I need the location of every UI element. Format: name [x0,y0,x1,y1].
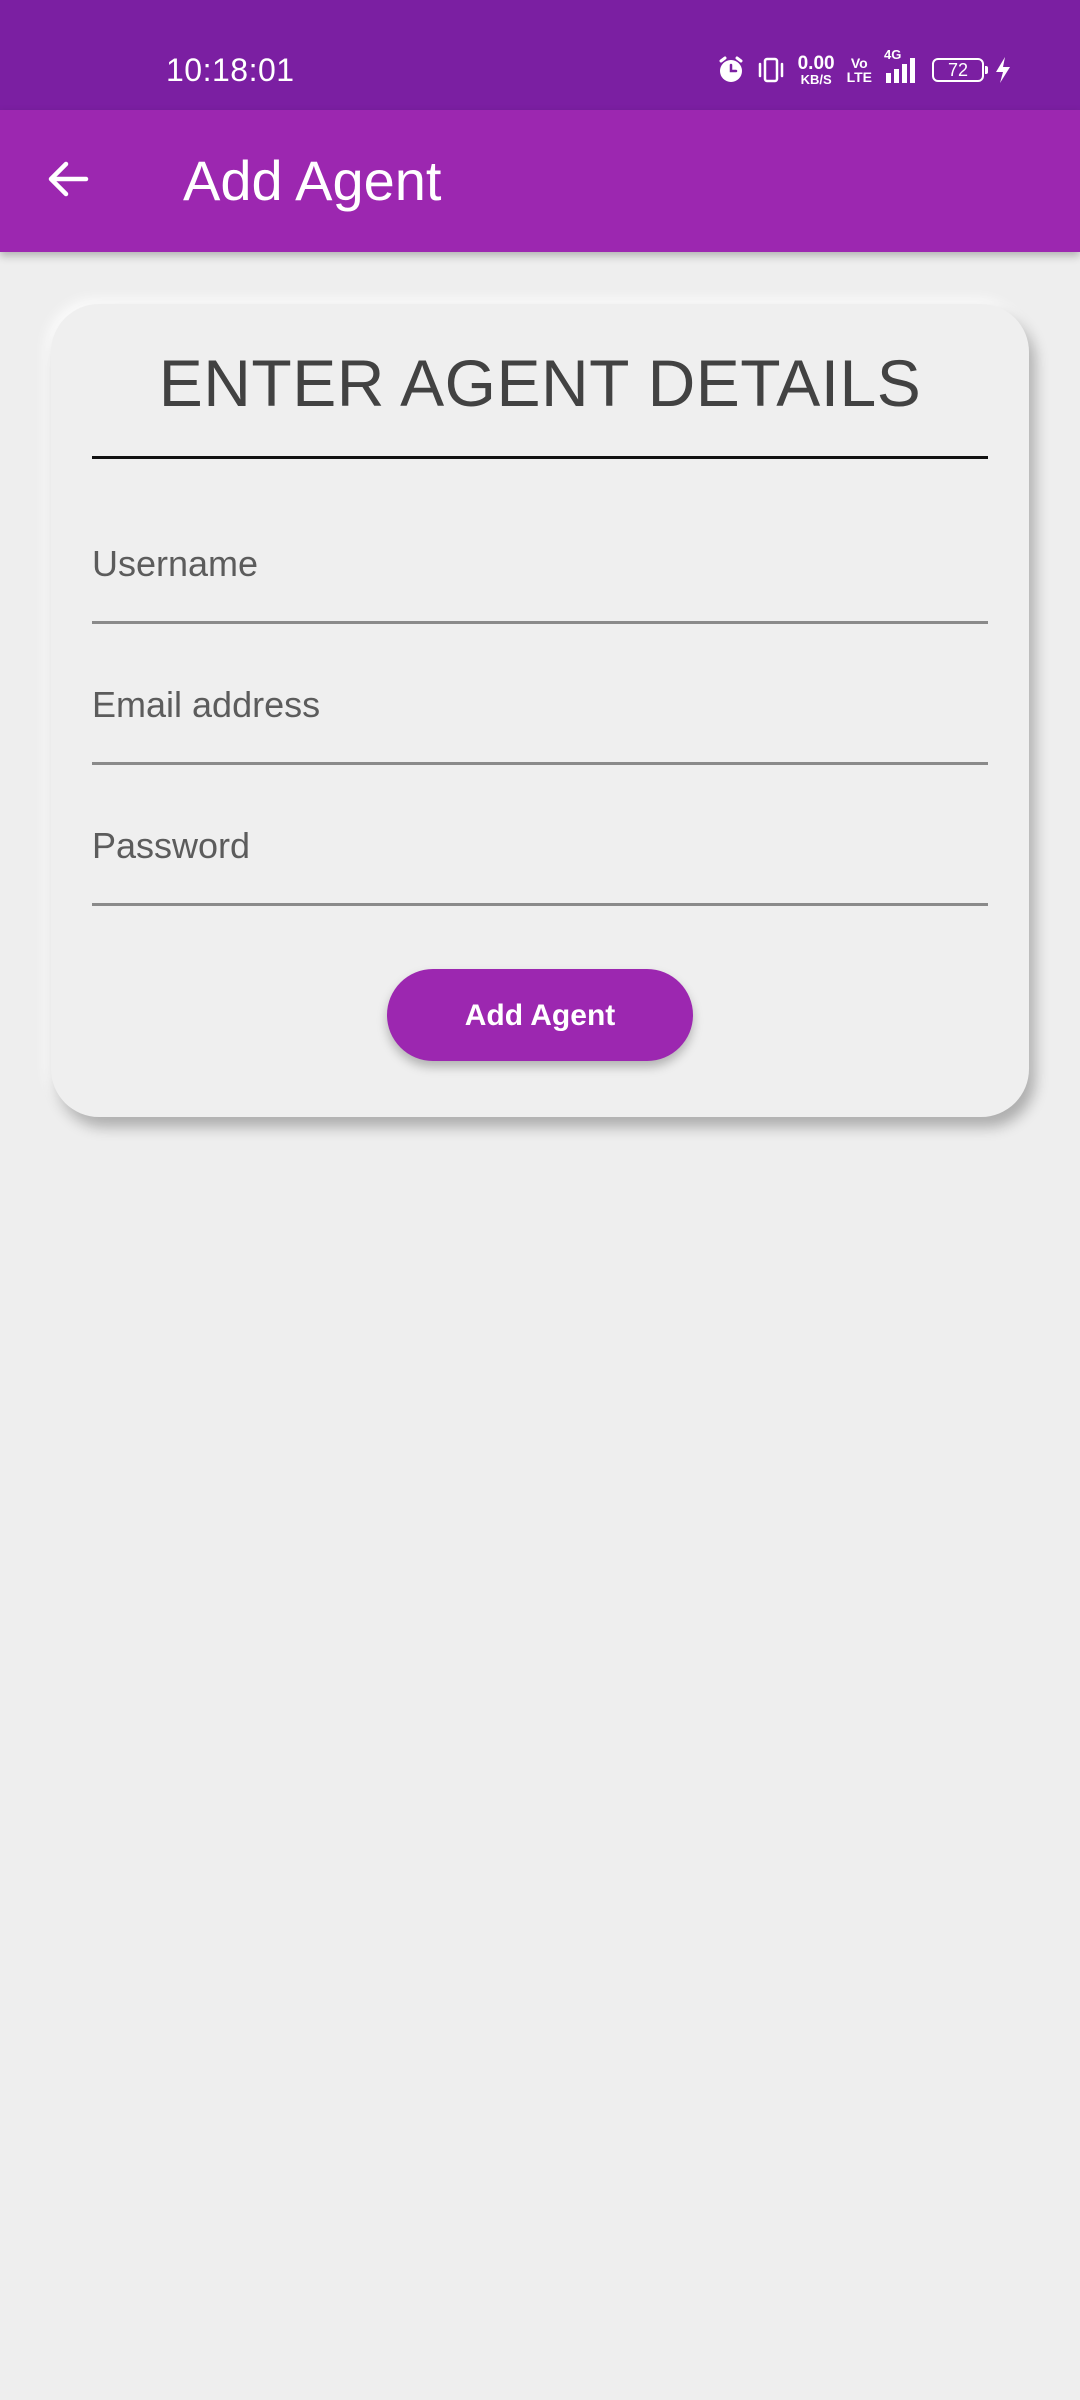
username-field[interactable] [92,524,988,624]
email-input[interactable] [92,683,988,727]
status-time: 10:18:01 [166,52,295,88]
username-input[interactable] [92,542,988,586]
password-field[interactable] [92,806,988,906]
status-bar: 10:18:01 0.00 KB/S Vo LTE 4G 72 [0,0,1080,110]
back-button[interactable] [28,141,108,221]
volte-bottom: LTE [846,69,872,85]
signal-icon: 4G [882,47,922,85]
page-title: Add Agent [183,149,442,212]
volte-indicator: Vo LTE [847,56,872,84]
email-field[interactable] [92,665,988,765]
vibrate-icon [756,55,786,85]
arrow-left-icon [44,155,92,208]
battery-icon: 72 [932,58,988,82]
card-heading: ENTER AGENT DETAILS [158,346,922,420]
status-icons: 0.00 KB/S Vo LTE 4G 72 [716,47,1012,90]
network-type: 4G [884,47,902,62]
password-input[interactable] [92,824,988,868]
net-speed-indicator: 0.00 KB/S [798,54,835,86]
net-speed-value: 0.00 [797,53,835,74]
alarm-icon [716,55,746,85]
agent-details-card: ENTER AGENT DETAILS Add Agent [51,304,1029,1117]
heading-divider [92,456,988,459]
add-agent-button[interactable]: Add Agent [387,969,693,1061]
volte-top: Vo [850,55,868,71]
net-speed-unit: KB/S [800,72,832,87]
app-bar: Add Agent [0,110,1080,252]
charging-icon [994,55,1012,85]
